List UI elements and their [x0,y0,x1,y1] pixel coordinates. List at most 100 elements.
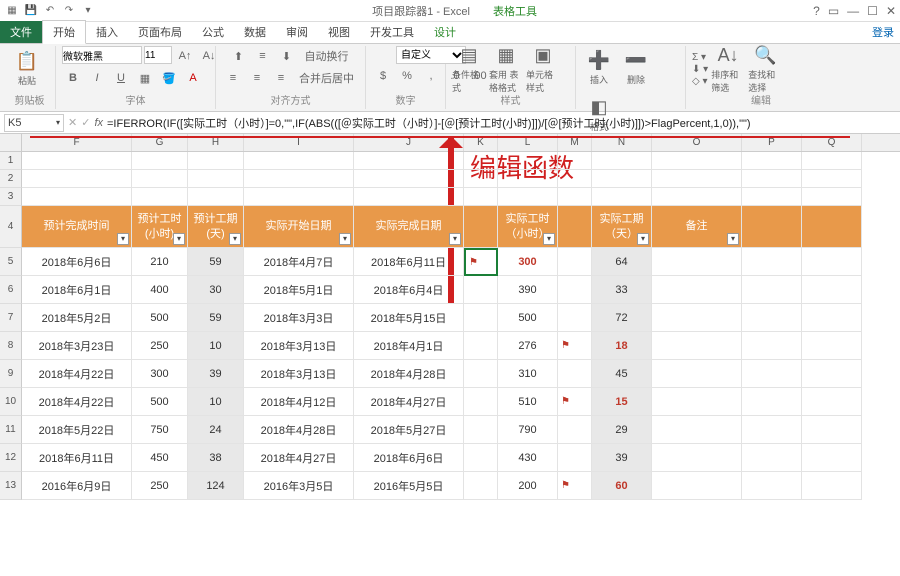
cell[interactable] [132,170,188,188]
cell-flag[interactable] [464,444,498,472]
cell-flag[interactable] [558,304,592,332]
cell[interactable] [802,360,862,388]
table-header[interactable] [742,206,802,248]
fill-icon[interactable]: ⬇ ▾ [692,64,708,75]
cell[interactable] [498,170,558,188]
cell[interactable]: 39 [592,444,652,472]
cell[interactable]: 2018年3月3日 [244,304,354,332]
redo-icon[interactable]: ↷ [61,3,77,19]
row-header[interactable]: 2 [0,170,22,188]
cell[interactable]: 300 [498,248,558,276]
cell[interactable] [802,416,862,444]
filter-icon[interactable]: ▾ [339,233,351,245]
cell[interactable] [244,188,354,206]
formula-bar[interactable]: =IFERROR(IF([实际工时（小时）]=0,"",IF(ABS(([＠实际… [107,115,896,131]
row-header[interactable]: 9 [0,360,22,388]
tab-layout[interactable]: 页面布局 [128,21,192,43]
cell[interactable] [802,188,862,206]
table-header[interactable]: 实际开始日期▾ [244,206,354,248]
font-color-button[interactable]: A [182,68,204,88]
cell[interactable]: 2018年4月27日 [244,444,354,472]
cell[interactable]: 124 [188,472,244,500]
cell[interactable] [188,170,244,188]
cell[interactable]: 250 [132,332,188,360]
cell[interactable] [592,188,652,206]
cell[interactable] [742,276,802,304]
row-header[interactable]: 13 [0,472,22,500]
cell[interactable] [464,170,498,188]
cell[interactable] [22,170,132,188]
bold-button[interactable]: B [62,68,84,88]
align-center-icon[interactable]: ≡ [246,68,268,88]
cell[interactable] [188,152,244,170]
cell[interactable]: 2018年5月2日 [22,304,132,332]
undo-icon[interactable]: ↶ [42,3,58,19]
currency-icon[interactable]: $ [372,66,394,86]
cell[interactable]: 10 [188,388,244,416]
cell[interactable]: 2016年5月5日 [354,472,464,500]
comma-icon[interactable]: , [420,66,442,86]
cell-flag[interactable] [464,332,498,360]
cell[interactable] [742,388,802,416]
row-header[interactable]: 3 [0,188,22,206]
cell[interactable] [802,332,862,360]
cell[interactable] [802,472,862,500]
cell[interactable] [652,170,742,188]
maximize-icon[interactable]: ☐ [867,4,878,18]
cell[interactable]: 500 [132,388,188,416]
cell-flag[interactable] [464,248,498,276]
tab-developer[interactable]: 开发工具 [360,21,424,43]
filter-icon[interactable]: ▾ [637,233,649,245]
cell[interactable] [464,188,498,206]
insert-button[interactable]: ➕插入 [582,46,616,90]
table-header[interactable] [464,206,498,248]
cell[interactable] [132,188,188,206]
row-header[interactable]: 11 [0,416,22,444]
cell[interactable]: 400 [132,276,188,304]
cell[interactable]: 15 [592,388,652,416]
table-header[interactable]: 实际完成日期▾ [354,206,464,248]
cell[interactable] [498,152,558,170]
cell[interactable]: 450 [132,444,188,472]
row-header[interactable]: 12 [0,444,22,472]
cell[interactable]: 2018年3月13日 [244,332,354,360]
cell[interactable]: 64 [592,248,652,276]
cell[interactable]: 2018年5月22日 [22,416,132,444]
enter-icon[interactable]: ✓ [81,116,90,129]
tab-file[interactable]: 文件 [0,21,42,43]
account-link[interactable]: 登录 [872,24,894,40]
cell[interactable]: 30 [188,276,244,304]
table-header[interactable]: 预计工期(天)▾ [188,206,244,248]
cell[interactable]: 430 [498,444,558,472]
cell[interactable]: 2018年5月15日 [354,304,464,332]
cell[interactable] [652,416,742,444]
cell[interactable] [742,360,802,388]
row-header[interactable]: 5 [0,248,22,276]
cell[interactable]: 2018年4月1日 [354,332,464,360]
filter-icon[interactable]: ▾ [543,233,555,245]
grow-font-icon[interactable]: A↑ [174,46,196,66]
cell[interactable]: 276 [498,332,558,360]
cell[interactable] [802,276,862,304]
border-button[interactable]: ▦ [134,68,156,88]
cell[interactable]: 790 [498,416,558,444]
cell[interactable] [188,188,244,206]
percent-icon[interactable]: % [396,66,418,86]
table-header[interactable]: 预计工时(小时)▾ [132,206,188,248]
cell[interactable]: 2018年5月1日 [244,276,354,304]
cell[interactable] [742,304,802,332]
row-header[interactable]: 8 [0,332,22,360]
cell[interactable] [498,188,558,206]
cell[interactable] [742,416,802,444]
row-header[interactable]: 4 [0,206,22,248]
cell[interactable] [652,188,742,206]
filter-icon[interactable]: ▾ [727,233,739,245]
cell[interactable]: 18 [592,332,652,360]
row-header[interactable]: 6 [0,276,22,304]
cell[interactable]: 2018年6月11日 [354,248,464,276]
cell[interactable] [742,332,802,360]
cell-flag[interactable] [558,444,592,472]
cell[interactable]: 2018年6月6日 [22,248,132,276]
cell[interactable]: 500 [498,304,558,332]
cell-flag[interactable] [558,416,592,444]
